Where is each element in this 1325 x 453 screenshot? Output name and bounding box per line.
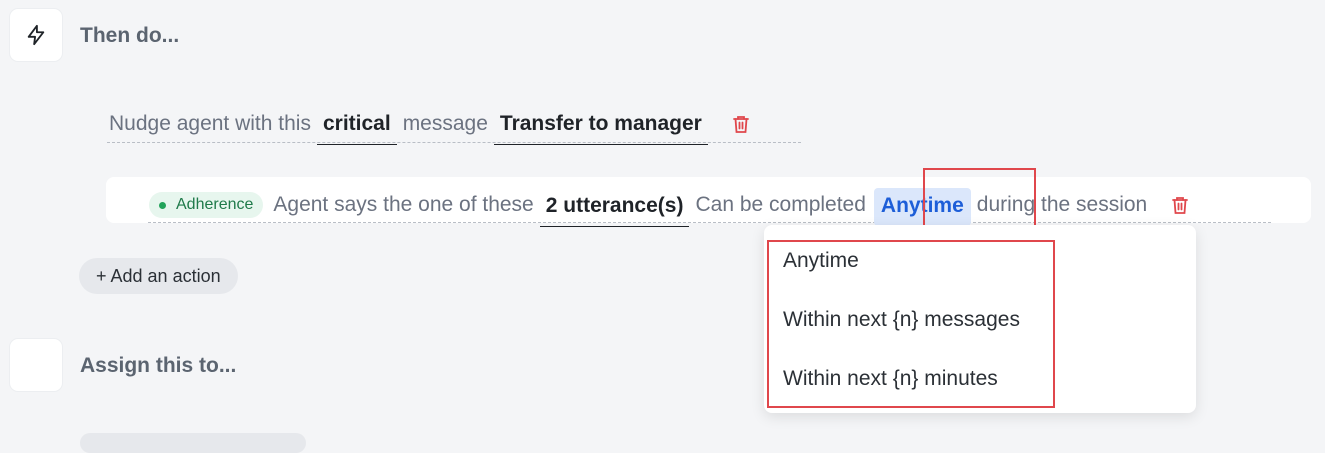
nudge-prefix-text: Nudge agent with this	[109, 111, 311, 135]
adherence-text-3: during the session	[976, 193, 1148, 216]
timing-dropdown-menu: Anytime Within next {n} messages Within …	[764, 225, 1196, 413]
message-select[interactable]: Transfer to manager	[493, 112, 708, 145]
adherence-delete-button[interactable]	[1169, 194, 1191, 216]
dropdown-option-anytime[interactable]: Anytime	[783, 249, 859, 273]
severity-select[interactable]: critical	[316, 112, 397, 145]
assign-step-icon	[10, 339, 62, 391]
utterances-select[interactable]: 2 utterance(s)	[539, 194, 690, 227]
assign-partial-button[interactable]	[80, 433, 306, 453]
assign-section-title: Assign this to...	[80, 354, 237, 377]
adherence-text-2: Can be completed	[695, 193, 866, 216]
nudge-delete-button[interactable]	[730, 113, 752, 135]
adherence-text-1: Agent says the one of these	[273, 193, 534, 216]
add-action-button[interactable]: + Add an action	[79, 258, 238, 294]
then-step-icon	[10, 9, 62, 61]
dropdown-option-within-minutes[interactable]: Within next {n} minutes	[783, 367, 998, 391]
lightning-icon	[27, 24, 45, 46]
adherence-action-row: Adherence Agent says the one of these 2 …	[149, 186, 1191, 227]
adherence-badge: Adherence	[149, 192, 264, 218]
adherence-badge-label: Adherence	[176, 196, 254, 213]
nudge-middle-text: message	[402, 111, 488, 135]
timing-select[interactable]: Anytime	[873, 188, 971, 226]
dropdown-option-within-messages[interactable]: Within next {n} messages	[783, 308, 1020, 332]
trash-icon	[732, 115, 749, 133]
then-section-title: Then do...	[80, 24, 180, 47]
status-dot-icon	[159, 201, 166, 209]
nudge-action-row: Nudge agent with this critical message T…	[107, 107, 752, 145]
trash-icon	[1172, 197, 1189, 214]
